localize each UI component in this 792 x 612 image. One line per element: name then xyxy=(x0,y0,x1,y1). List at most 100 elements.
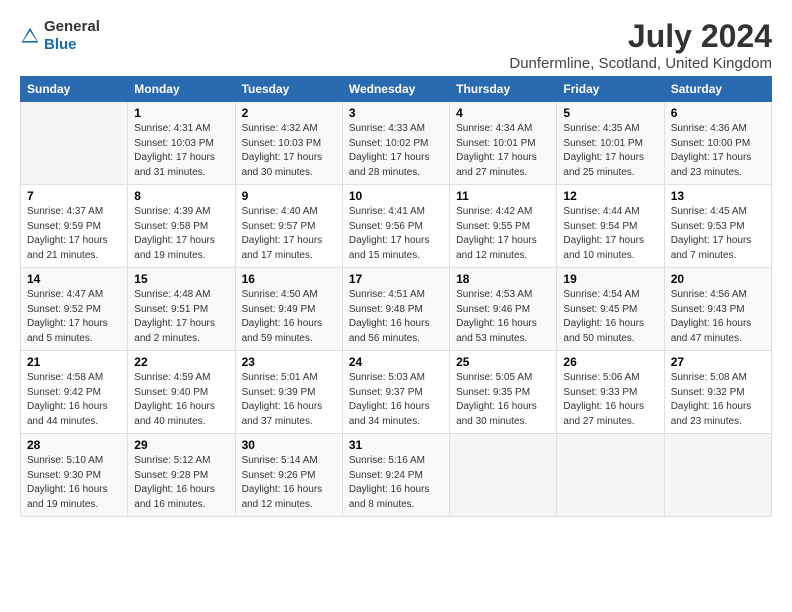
cell-content: Sunrise: 5:05 AMSunset: 9:35 PMDaylight:… xyxy=(456,371,550,429)
cell-content: Sunrise: 5:03 AMSunset: 9:37 PMDaylight:… xyxy=(349,371,443,429)
calendar-cell xyxy=(450,434,557,517)
day-number: 12 xyxy=(563,189,657,203)
day-number: 10 xyxy=(349,189,443,203)
calendar-cell: 10 Sunrise: 4:41 AMSunset: 9:56 PMDayligh… xyxy=(342,185,449,268)
cell-content: Sunrise: 4:41 AMSunset: 9:56 PMDaylight:… xyxy=(349,205,443,263)
cell-content: Sunrise: 5:14 AMSunset: 9:26 PMDaylight:… xyxy=(242,454,336,512)
day-number: 29 xyxy=(134,438,228,452)
day-number: 21 xyxy=(27,355,121,369)
cell-content: Sunrise: 4:48 AMSunset: 9:51 PMDaylight:… xyxy=(134,288,228,346)
day-number: 19 xyxy=(563,272,657,286)
day-number: 8 xyxy=(134,189,228,203)
cell-content: Sunrise: 5:01 AMSunset: 9:39 PMDaylight:… xyxy=(242,371,336,429)
cell-content: Sunrise: 4:54 AMSunset: 9:45 PMDaylight:… xyxy=(563,288,657,346)
day-number: 30 xyxy=(242,438,336,452)
subtitle: Dunfermline, Scotland, United Kingdom xyxy=(509,55,772,72)
logo-blue: Blue xyxy=(44,36,77,53)
col-sunday: Sunday xyxy=(21,77,128,102)
cell-content: Sunrise: 4:53 AMSunset: 9:46 PMDaylight:… xyxy=(456,288,550,346)
calendar-cell: 4 Sunrise: 4:34 AMSunset: 10:01 PMDayligh… xyxy=(450,102,557,185)
calendar-cell: 27 Sunrise: 5:08 AMSunset: 9:32 PMDayligh… xyxy=(664,351,771,434)
day-number: 7 xyxy=(27,189,121,203)
col-monday: Monday xyxy=(128,77,235,102)
calendar-cell xyxy=(557,434,664,517)
main-title: July 2024 xyxy=(509,18,772,55)
calendar-cell: 5Sunrise: 4:35 AMSunset: 10:01 PMDayligh… xyxy=(557,102,664,185)
cell-content: Sunrise: 4:45 AMSunset: 9:53 PMDaylight:… xyxy=(671,205,765,263)
day-number: 27 xyxy=(671,355,765,369)
day-number: 13 xyxy=(671,189,765,203)
cell-content: Sunrise: 5:12 AMSunset: 9:28 PMDaylight:… xyxy=(134,454,228,512)
cell-content: Sunrise: 4:58 AMSunset: 9:42 PMDaylight:… xyxy=(27,371,121,429)
calendar-cell: 18 Sunrise: 4:53 AMSunset: 9:46 PMDayligh… xyxy=(450,268,557,351)
cell-content: Sunrise: 5:10 AMSunset: 9:30 PMDaylight:… xyxy=(27,454,121,512)
header-row: Sunday Monday Tuesday Wednesday Thursday… xyxy=(21,77,772,102)
calendar-table: Sunday Monday Tuesday Wednesday Thursday… xyxy=(20,76,772,517)
calendar-cell: 19 Sunrise: 4:54 AMSunset: 9:45 PMDayligh… xyxy=(557,268,664,351)
cell-content: Sunrise: 4:47 AMSunset: 9:52 PMDaylight:… xyxy=(27,288,121,346)
day-number: 31 xyxy=(349,438,443,452)
calendar-cell: 25Sunrise: 5:05 AMSunset: 9:35 PMDayligh… xyxy=(450,351,557,434)
day-number: 20 xyxy=(671,272,765,286)
col-tuesday: Tuesday xyxy=(235,77,342,102)
day-number: 28 xyxy=(27,438,121,452)
calendar-cell: 15 Sunrise: 4:48 AMSunset: 9:51 PMDayligh… xyxy=(128,268,235,351)
day-number: 15 xyxy=(134,272,228,286)
calendar-row-2: 7 Sunrise: 4:37 AMSunset: 9:59 PMDaylight… xyxy=(21,185,772,268)
cell-content: Sunrise: 4:37 AMSunset: 9:59 PMDaylight:… xyxy=(27,205,121,263)
header: General Blue July 2024 Dunfermline, Scot… xyxy=(20,18,772,72)
calendar-cell: 21 Sunrise: 4:58 AMSunset: 9:42 PMDayligh… xyxy=(21,351,128,434)
title-block: July 2024 Dunfermline, Scotland, United … xyxy=(509,18,772,72)
calendar-cell: 26Sunrise: 5:06 AMSunset: 9:33 PMDayligh… xyxy=(557,351,664,434)
day-number: 9 xyxy=(242,189,336,203)
col-wednesday: Wednesday xyxy=(342,77,449,102)
cell-content: Sunrise: 5:08 AMSunset: 9:32 PMDaylight:… xyxy=(671,371,765,429)
calendar-cell xyxy=(21,102,128,185)
col-saturday: Saturday xyxy=(664,77,771,102)
cell-content: Sunrise: 4:51 AMSunset: 9:48 PMDaylight:… xyxy=(349,288,443,346)
cell-content: Sunrise: 5:16 AMSunset: 9:24 PMDaylight:… xyxy=(349,454,443,512)
cell-content: Sunrise: 4:32 AMSunset: 10:03 PMDaylight… xyxy=(242,122,336,180)
calendar-cell: 7 Sunrise: 4:37 AMSunset: 9:59 PMDaylight… xyxy=(21,185,128,268)
calendar-cell: 22Sunrise: 4:59 AMSunset: 9:40 PMDayligh… xyxy=(128,351,235,434)
calendar-cell: 23Sunrise: 5:01 AMSunset: 9:39 PMDayligh… xyxy=(235,351,342,434)
day-number: 6 xyxy=(671,106,765,120)
day-number: 2 xyxy=(242,106,336,120)
calendar-cell: 2 Sunrise: 4:32 AMSunset: 10:03 PMDayligh… xyxy=(235,102,342,185)
logo: General Blue xyxy=(20,18,100,54)
cell-content: Sunrise: 4:31 AMSunset: 10:03 PMDaylight… xyxy=(134,122,228,180)
col-friday: Friday xyxy=(557,77,664,102)
calendar-cell: 11Sunrise: 4:42 AMSunset: 9:55 PMDayligh… xyxy=(450,185,557,268)
calendar-cell: 6 Sunrise: 4:36 AMSunset: 10:00 PMDayligh… xyxy=(664,102,771,185)
cell-content: Sunrise: 4:33 AMSunset: 10:02 PMDaylight… xyxy=(349,122,443,180)
cell-content: Sunrise: 4:36 AMSunset: 10:00 PMDaylight… xyxy=(671,122,765,180)
cell-content: Sunrise: 4:39 AMSunset: 9:58 PMDaylight:… xyxy=(134,205,228,263)
cell-content: Sunrise: 4:40 AMSunset: 9:57 PMDaylight:… xyxy=(242,205,336,263)
calendar-cell: 9 Sunrise: 4:40 AMSunset: 9:57 PMDaylight… xyxy=(235,185,342,268)
calendar-cell: 17Sunrise: 4:51 AMSunset: 9:48 PMDayligh… xyxy=(342,268,449,351)
calendar-cell: 20 Sunrise: 4:56 AMSunset: 9:43 PMDayligh… xyxy=(664,268,771,351)
cell-content: Sunrise: 4:34 AMSunset: 10:01 PMDaylight… xyxy=(456,122,550,180)
day-number: 11 xyxy=(456,189,550,203)
day-number: 3 xyxy=(349,106,443,120)
day-number: 4 xyxy=(456,106,550,120)
day-number: 22 xyxy=(134,355,228,369)
day-number: 18 xyxy=(456,272,550,286)
calendar-row-5: 28 Sunrise: 5:10 AMSunset: 9:30 PMDayligh… xyxy=(21,434,772,517)
day-number: 14 xyxy=(27,272,121,286)
calendar-row-4: 21 Sunrise: 4:58 AMSunset: 9:42 PMDayligh… xyxy=(21,351,772,434)
calendar-cell: 24 Sunrise: 5:03 AMSunset: 9:37 PMDayligh… xyxy=(342,351,449,434)
calendar-cell: 28 Sunrise: 5:10 AMSunset: 9:30 PMDayligh… xyxy=(21,434,128,517)
logo-icon xyxy=(20,26,40,46)
calendar-row-1: 1 Sunrise: 4:31 AMSunset: 10:03 PMDayligh… xyxy=(21,102,772,185)
cell-content: Sunrise: 4:35 AMSunset: 10:01 PMDaylight… xyxy=(563,122,657,180)
cell-content: Sunrise: 5:06 AMSunset: 9:33 PMDaylight:… xyxy=(563,371,657,429)
day-number: 1 xyxy=(134,106,228,120)
day-number: 24 xyxy=(349,355,443,369)
calendar-cell: 14 Sunrise: 4:47 AMSunset: 9:52 PMDayligh… xyxy=(21,268,128,351)
calendar-cell: 12Sunrise: 4:44 AMSunset: 9:54 PMDayligh… xyxy=(557,185,664,268)
cell-content: Sunrise: 4:56 AMSunset: 9:43 PMDaylight:… xyxy=(671,288,765,346)
page-container: General Blue July 2024 Dunfermline, Scot… xyxy=(0,0,792,527)
calendar-row-3: 14 Sunrise: 4:47 AMSunset: 9:52 PMDayligh… xyxy=(21,268,772,351)
calendar-cell: 1 Sunrise: 4:31 AMSunset: 10:03 PMDayligh… xyxy=(128,102,235,185)
